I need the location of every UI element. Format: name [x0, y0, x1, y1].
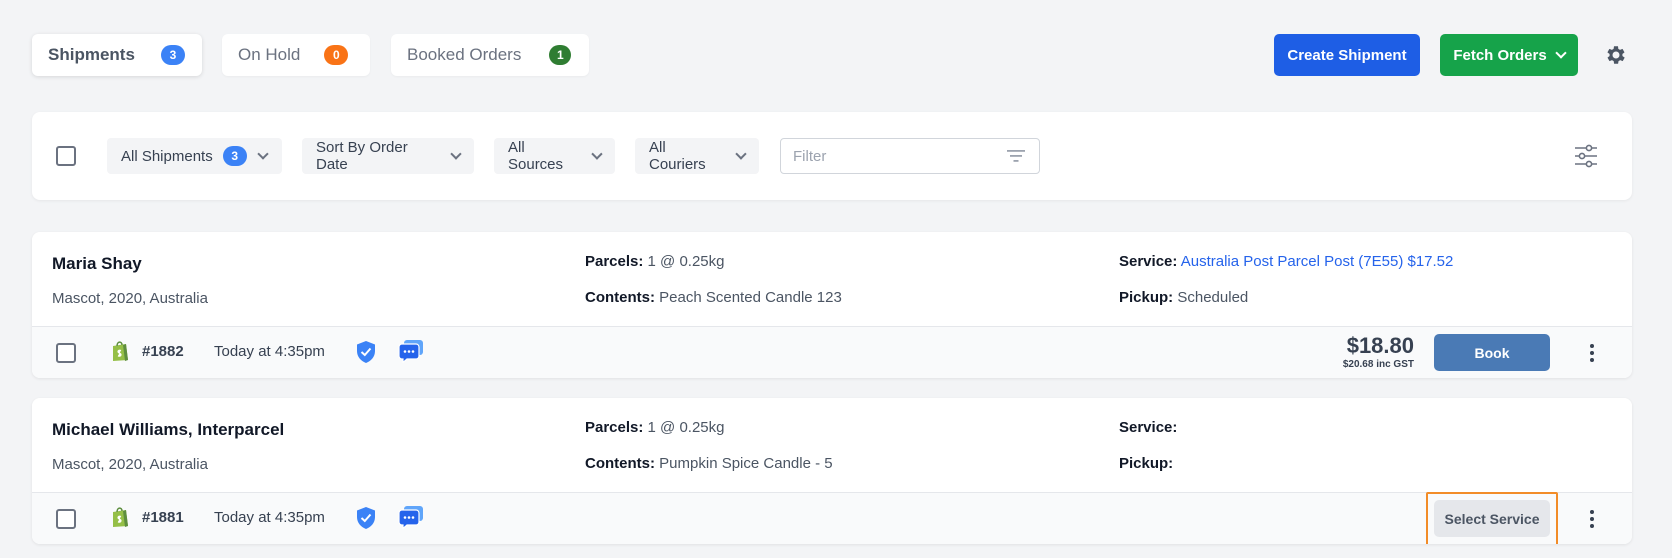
- shipments-count-badge: 3: [160, 45, 185, 65]
- fetch-orders-button[interactable]: Fetch Orders: [1440, 34, 1578, 76]
- shipment-details: Maria Shay Mascot, 2020, Australia Parce…: [32, 232, 1632, 326]
- tab-shipments-label: Shipments: [48, 45, 135, 64]
- all-shipments-dropdown[interactable]: All Shipments 3: [107, 138, 282, 174]
- contents-value: Peach Scented Candle 123: [659, 289, 842, 306]
- all-shipments-label: All Shipments: [121, 147, 213, 165]
- parcels-label: Parcels:: [585, 253, 644, 270]
- shipment-footer: #1882 Today at 4:35pm $18.80 $20.68 inc …: [32, 326, 1632, 378]
- filter-input[interactable]: [780, 138, 1040, 174]
- select-service-label: Select Service: [1444, 510, 1540, 527]
- contents-value: Pumpkin Spice Candle - 5: [659, 455, 833, 472]
- tab-booked-orders[interactable]: Booked Orders 1: [391, 34, 589, 76]
- tab-shipments[interactable]: Shipments 3: [32, 34, 202, 76]
- contents-field: Contents: Pumpkin Spice Candle - 5: [585, 455, 833, 472]
- service-link[interactable]: Australia Post Parcel Post (7E55) $17.52: [1181, 253, 1454, 270]
- filter-icon[interactable]: [1006, 148, 1026, 164]
- tab-on-hold-label: On Hold: [238, 45, 301, 64]
- service-field: Service:: [1119, 419, 1177, 436]
- chevron-down-icon: [735, 148, 747, 160]
- on-hold-count-badge: 0: [324, 45, 349, 65]
- select-all-checkbox[interactable]: [56, 146, 76, 166]
- parcels-value: 1 @ 0.25kg: [647, 419, 725, 436]
- order-number[interactable]: #1881: [142, 509, 184, 526]
- shipment-details: Michael Williams, Interparcel Mascot, 20…: [32, 398, 1632, 492]
- recipient-name[interactable]: Michael Williams, Interparcel: [52, 420, 284, 440]
- sort-dropdown[interactable]: Sort By Order Date: [302, 138, 474, 174]
- pickup-field: Pickup:: [1119, 455, 1173, 472]
- book-label: Book: [1474, 344, 1510, 361]
- chat-bubbles-icon[interactable]: [398, 505, 424, 530]
- service-field: Service: Australia Post Parcel Post (7E5…: [1119, 253, 1453, 270]
- parcels-value: 1 @ 0.25kg: [647, 253, 725, 270]
- sliders-icon[interactable]: [1574, 143, 1598, 169]
- parcels-field: Parcels: 1 @ 0.25kg: [585, 253, 725, 270]
- pickup-label: Pickup:: [1119, 289, 1174, 306]
- order-time: Today at 4:35pm: [214, 509, 325, 526]
- shipment-checkbox[interactable]: [56, 509, 76, 529]
- sort-label: Sort By Order Date: [316, 139, 408, 173]
- sources-dropdown[interactable]: All Sources: [494, 138, 615, 174]
- pickup-field: Pickup: Scheduled: [1119, 289, 1248, 306]
- all-shipments-count-badge: 3: [222, 146, 247, 166]
- fetch-orders-label: Fetch Orders: [1453, 46, 1547, 64]
- contents-label: Contents:: [585, 455, 655, 472]
- chevron-down-icon: [1555, 47, 1567, 59]
- create-shipment-label: Create Shipment: [1287, 46, 1407, 64]
- chevron-down-icon: [450, 148, 462, 160]
- pickup-value: Scheduled: [1177, 289, 1249, 306]
- parcels-field: Parcels: 1 @ 0.25kg: [585, 419, 725, 436]
- shopify-bag-icon: [110, 340, 130, 362]
- shipment-card: Maria Shay Mascot, 2020, Australia Parce…: [32, 232, 1632, 378]
- shopify-bag-icon: [110, 506, 130, 528]
- recipient-address: Mascot, 2020, Australia: [52, 290, 208, 307]
- more-options-icon[interactable]: [1582, 507, 1602, 531]
- price: $18.80: [1346, 333, 1414, 358]
- sources-label: All Sources: [508, 139, 564, 173]
- gear-icon[interactable]: [1604, 43, 1628, 67]
- tab-booked-orders-label: Booked Orders: [407, 45, 522, 64]
- shipment-card: Michael Williams, Interparcel Mascot, 20…: [32, 398, 1632, 544]
- shipment-footer: #1881 Today at 4:35pm Select Service: [32, 492, 1632, 544]
- create-shipment-button[interactable]: Create Shipment: [1274, 34, 1420, 76]
- order-number[interactable]: #1882: [142, 343, 184, 360]
- recipient-name[interactable]: Maria Shay: [52, 254, 142, 274]
- couriers-dropdown[interactable]: All Couriers: [635, 138, 759, 174]
- chat-bubbles-icon[interactable]: [398, 339, 424, 364]
- contents-field: Contents: Peach Scented Candle 123: [585, 289, 842, 306]
- chevron-down-icon: [591, 148, 603, 160]
- contents-label: Contents:: [585, 289, 655, 306]
- order-time: Today at 4:35pm: [214, 343, 325, 360]
- recipient-address: Mascot, 2020, Australia: [52, 456, 208, 473]
- chevron-down-icon: [257, 148, 269, 160]
- more-options-icon[interactable]: [1582, 341, 1602, 365]
- shipment-checkbox[interactable]: [56, 343, 76, 363]
- parcels-label: Parcels:: [585, 419, 644, 436]
- couriers-label: All Couriers: [649, 139, 706, 173]
- tab-on-hold[interactable]: On Hold 0: [222, 34, 370, 76]
- service-label: Service:: [1119, 419, 1178, 436]
- shield-check-icon[interactable]: [356, 340, 376, 364]
- booked-orders-count-badge: 1: [549, 45, 572, 65]
- select-service-button[interactable]: Select Service: [1434, 500, 1550, 537]
- shield-check-icon[interactable]: [356, 506, 376, 530]
- pickup-label: Pickup:: [1119, 455, 1174, 472]
- book-button[interactable]: Book: [1434, 334, 1550, 371]
- service-label: Service:: [1119, 253, 1178, 270]
- price-inc-gst: $20.68 inc GST: [1342, 359, 1414, 370]
